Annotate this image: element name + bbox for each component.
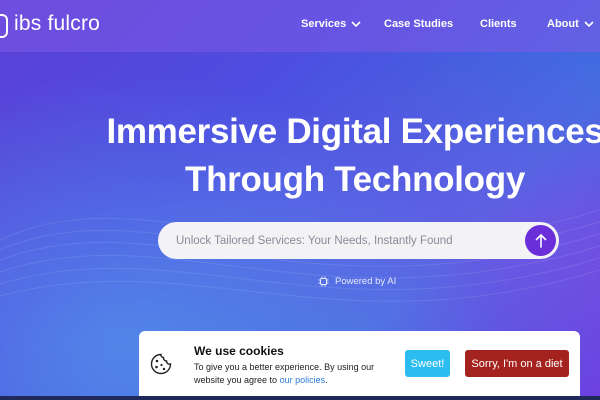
bottom-edge	[0, 396, 600, 400]
chevron-down-icon	[584, 21, 594, 28]
nav-item-about[interactable]: About	[547, 18, 595, 30]
site-header: ibs fulcro Services Case Studies Clients…	[0, 0, 600, 52]
hero-title: Immersive Digital Experiences Through Te…	[100, 108, 600, 204]
powered-by-ai: Powered by AI	[318, 276, 396, 287]
search-submit-button[interactable]	[525, 225, 556, 256]
nav-item-label: Case Studies	[384, 18, 454, 30]
nav-item-services[interactable]: Services	[301, 18, 362, 30]
decline-cookies-button[interactable]: Sorry, I'm on a diet	[465, 350, 569, 377]
powered-by-label: Powered by AI	[335, 276, 397, 287]
chevron-down-icon	[351, 21, 361, 28]
cookie-icon	[150, 353, 172, 375]
arrow-up-icon	[535, 233, 546, 248]
chip-icon	[318, 276, 329, 287]
nav-item-label: Services	[301, 18, 347, 30]
main-nav: Services Case Studies Clients About	[0, 18, 600, 34]
nav-item-label: Clients	[480, 18, 517, 30]
nav-item-label: About	[547, 18, 579, 30]
nav-item-case-studies[interactable]: Case Studies	[384, 18, 453, 30]
cookie-title: We use cookies	[194, 344, 284, 358]
hero-title-line-1: Immersive Digital Experiences	[106, 112, 600, 151]
hero-title-line-2: Through Technology	[184, 160, 526, 199]
search-input[interactable]	[176, 234, 516, 247]
nav-item-clients[interactable]: Clients	[480, 18, 517, 30]
cookie-banner: We use cookies To give you a better expe…	[139, 331, 580, 400]
policies-link[interactable]: our policies	[280, 375, 326, 385]
cookie-message-end: .	[325, 374, 328, 385]
service-search-bar	[158, 222, 559, 259]
cookie-message: To give you a better experience. By usin…	[194, 361, 404, 386]
accept-cookies-button[interactable]: Sweet!	[405, 350, 450, 377]
